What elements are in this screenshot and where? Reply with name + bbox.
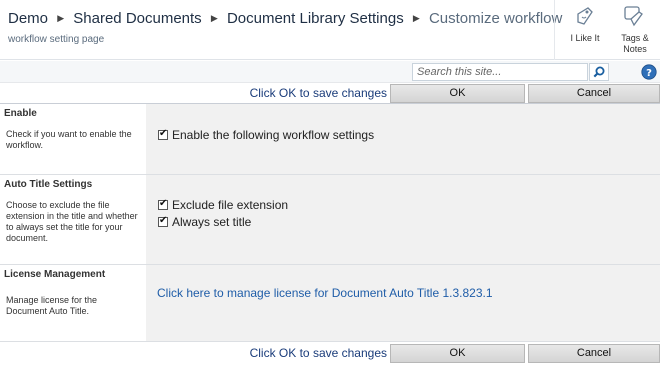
- breadcrumb-shared-documents[interactable]: Shared Documents: [73, 10, 201, 27]
- section-enable-title: Enable: [4, 108, 37, 119]
- section-enable-label-panel: Enable Check if you want to enable the w…: [0, 104, 146, 174]
- exclude-extension-checkbox[interactable]: Exclude file extension: [158, 198, 288, 212]
- enable-workflow-label: Enable the following workflow settings: [172, 128, 375, 142]
- checkbox-checked-icon[interactable]: [158, 198, 168, 210]
- breadcrumb-separator-icon: ▶: [210, 13, 218, 23]
- section-auto-title-title: Auto Title Settings: [4, 179, 93, 190]
- breadcrumb-demo[interactable]: Demo: [8, 10, 48, 27]
- checkbox-checked-icon[interactable]: [158, 215, 168, 227]
- cancel-button[interactable]: Cancel: [528, 344, 660, 363]
- save-changes-message: Click OK to save changes: [249, 346, 387, 360]
- section-auto-title: Auto Title Settings Choose to exclude th…: [0, 175, 660, 265]
- exclude-extension-label: Exclude file extension: [172, 198, 289, 212]
- help-icon[interactable]: ?: [641, 64, 657, 80]
- always-set-title-checkbox[interactable]: Always set title: [158, 215, 251, 229]
- section-license-control-panel: [146, 265, 660, 341]
- i-like-it-icon: [577, 7, 593, 25]
- search-input[interactable]: [412, 63, 588, 81]
- section-license-title: License Management: [4, 269, 106, 280]
- breadcrumb-current-page: Customize workflow: [428, 10, 563, 27]
- section-auto-title-description: Choose to exclude the file extension in …: [6, 200, 138, 243]
- cancel-button[interactable]: Cancel: [528, 84, 660, 103]
- section-enable: Enable Check if you want to enable the w…: [0, 104, 660, 175]
- search-bar: ?: [0, 61, 660, 83]
- section-license: License Management Manage license for th…: [0, 265, 660, 342]
- section-enable-description: Check if you want to enable the workflow…: [6, 129, 132, 150]
- save-changes-message: Click OK to save changes: [249, 86, 387, 100]
- bottom-toolbar: Click OK to save changes OK Cancel: [0, 343, 660, 363]
- tags-notes-label-line1: Tags &: [621, 33, 649, 43]
- checkbox-checked-icon[interactable]: [158, 128, 168, 140]
- always-set-title-label: Always set title: [172, 215, 252, 229]
- page-description: workflow setting page: [8, 34, 105, 45]
- breadcrumb-library-settings[interactable]: Document Library Settings: [227, 10, 404, 27]
- tags-notes-icon: [624, 6, 643, 27]
- section-auto-title-label-panel: Auto Title Settings Choose to exclude th…: [0, 175, 146, 264]
- breadcrumb-separator-icon: ▶: [57, 13, 65, 23]
- top-toolbar: Click OK to save changes OK Cancel: [0, 83, 660, 104]
- i-like-it-button[interactable]: I Like It: [559, 2, 611, 44]
- breadcrumb-separator-icon: ▶: [412, 13, 420, 23]
- page-header: Demo ▶ Shared Documents ▶ Document Libra…: [0, 0, 660, 60]
- breadcrumb: Demo ▶ Shared Documents ▶ Document Libra…: [8, 10, 562, 27]
- i-like-it-label: I Like It: [570, 33, 600, 43]
- section-license-label-panel: License Management Manage license for th…: [0, 265, 146, 341]
- ok-button[interactable]: OK: [390, 84, 525, 103]
- tags-notes-label-line2: Notes: [623, 44, 647, 54]
- manage-license-link[interactable]: Click here to manage license for Documen…: [157, 286, 493, 300]
- page: Demo ▶ Shared Documents ▶ Document Libra…: [0, 0, 660, 366]
- social-actions: I Like It Tags & Notes: [554, 0, 660, 60]
- section-license-description: Manage license for the Document Auto Tit…: [6, 295, 98, 316]
- svg-text:?: ?: [646, 68, 652, 79]
- ok-button[interactable]: OK: [390, 344, 525, 363]
- enable-workflow-checkbox[interactable]: Enable the following workflow settings: [158, 128, 374, 142]
- search-icon: [593, 66, 605, 78]
- search-button[interactable]: [589, 63, 609, 81]
- tags-notes-button[interactable]: Tags & Notes: [609, 2, 660, 55]
